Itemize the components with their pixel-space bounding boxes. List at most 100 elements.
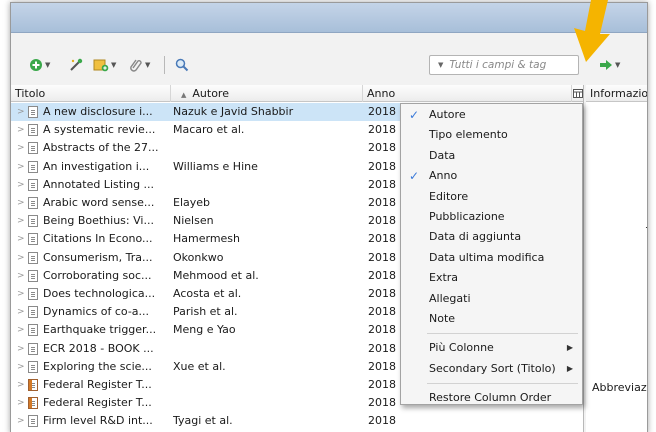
expand-chevron-icon[interactable]: > xyxy=(17,176,25,194)
expand-chevron-icon[interactable]: > xyxy=(17,158,25,176)
expand-chevron-icon[interactable]: > xyxy=(17,230,25,248)
menu-item-column[interactable]: Note xyxy=(401,309,582,329)
attach-file-button[interactable]: ▼ xyxy=(129,55,150,75)
column-picker-menu: ✓ Autore Tipo elemento Data ✓ Anno Editore Pubb… xyxy=(400,103,583,405)
row-title: Abstracts of the 27... xyxy=(43,141,159,155)
sort-ascending-icon: ▲ xyxy=(181,91,187,99)
menu-item-label: Allegati xyxy=(429,291,471,305)
menu-item-submenu[interactable]: Più Colonne ▶ xyxy=(401,338,582,358)
menu-item-label: Secondary Sort (Titolo) xyxy=(429,361,556,375)
expand-chevron-icon[interactable]: > xyxy=(17,139,25,157)
menu-item-column[interactable]: Pubblicazione xyxy=(401,207,582,227)
expand-chevron-icon[interactable]: > xyxy=(17,103,25,121)
row-title: Corroborating soc... xyxy=(43,268,152,282)
column-header-author[interactable]: ▲ Autore xyxy=(171,85,363,102)
menu-item-column[interactable]: Data di aggiunta xyxy=(401,227,582,247)
chevron-down-icon: ▼ xyxy=(111,61,117,69)
menu-item-column[interactable]: ✓ Anno xyxy=(401,166,582,186)
column-picker-button[interactable] xyxy=(572,86,584,101)
row-author: Hamermesh xyxy=(173,232,241,246)
expand-chevron-icon[interactable]: > xyxy=(17,212,25,230)
column-picker-icon xyxy=(573,89,583,98)
expand-chevron-icon[interactable]: > xyxy=(17,267,25,285)
row-year: 2018 xyxy=(368,105,396,118)
toolbar-separator xyxy=(164,56,165,74)
column-year-label: Anno xyxy=(367,87,396,100)
chevron-down-icon[interactable]: ▼ xyxy=(438,61,443,69)
row-title: Federal Register T... xyxy=(43,396,152,410)
annotation-arrow-icon xyxy=(574,0,610,62)
row-year: 2018 xyxy=(368,359,396,373)
row-title: Firm level R&D int... xyxy=(43,414,153,428)
menu-item-column[interactable]: Editore xyxy=(401,187,582,207)
menu-item-label: Tipo elemento xyxy=(429,128,508,142)
menu-item-column[interactable]: ✓ Autore xyxy=(401,105,582,125)
row-year: 2018 xyxy=(368,141,396,155)
item-pane-field-label: Abbreviazi xyxy=(592,381,648,394)
item-pane-header[interactable]: Informazio xyxy=(586,85,647,102)
title-bar xyxy=(11,3,647,33)
row-title: Arabic word sense... xyxy=(43,196,155,209)
expand-chevron-icon[interactable]: > xyxy=(17,249,25,267)
document-icon xyxy=(28,342,38,355)
search-placeholder: Tutti i campi & tag xyxy=(449,59,547,71)
paperclip-icon xyxy=(130,59,142,72)
menu-item-column[interactable]: Data xyxy=(401,146,582,166)
row-year: 2018 xyxy=(368,232,396,246)
row-year: 2018 xyxy=(368,305,396,319)
row-year: 2018 xyxy=(368,414,396,428)
menu-separator xyxy=(427,383,578,385)
menu-item-column[interactable]: Allegati xyxy=(401,289,582,309)
row-title: Annotated Listing ... xyxy=(43,177,155,191)
row-author: Mehmood et al. xyxy=(173,268,259,282)
column-header-title[interactable]: Titolo xyxy=(11,85,171,102)
chevron-right-icon: ▶ xyxy=(566,363,573,373)
search-field[interactable]: ▼ Tutti i campi & tag xyxy=(429,55,579,75)
expand-chevron-icon[interactable]: > xyxy=(17,303,25,321)
row-year: 2018 xyxy=(368,123,396,137)
chevron-down-icon: ▼ xyxy=(45,61,51,69)
report-icon xyxy=(28,379,38,391)
expand-chevron-icon[interactable]: > xyxy=(17,121,25,139)
menu-item-label: Note xyxy=(429,311,456,325)
column-header-row: Titolo ▲ Autore Anno xyxy=(11,85,583,102)
expand-chevron-icon[interactable]: > xyxy=(17,412,25,430)
add-attachment-button[interactable]: ▼ xyxy=(93,55,116,75)
expand-chevron-icon[interactable]: > xyxy=(17,376,25,394)
row-title: Earthquake trigger... xyxy=(43,323,157,337)
menu-item-label: Autore xyxy=(429,108,466,121)
expand-chevron-icon[interactable]: > xyxy=(17,394,25,412)
menu-item-column[interactable]: Extra xyxy=(401,268,582,288)
toolbar: ▼ ▼ ▼ ▼ Tutti i campi & tag ▼ xyxy=(11,47,647,83)
menu-separator xyxy=(427,333,578,335)
row-author: Elayeb xyxy=(173,196,211,209)
row-title: ECR 2018 - BOOK ... xyxy=(43,341,154,355)
menu-item-column[interactable]: Tipo elemento xyxy=(401,125,582,145)
row-year: 2018 xyxy=(368,177,396,191)
row-year: 2018 xyxy=(368,396,396,410)
expand-chevron-icon[interactable]: > xyxy=(17,194,25,212)
row-title: Being Boethius: Vi... xyxy=(43,214,154,228)
menu-item-label: Anno xyxy=(429,169,458,183)
row-year: 2018 xyxy=(368,378,396,391)
menu-item-submenu[interactable]: Secondary Sort (Titolo) ▶ xyxy=(401,359,582,379)
add-attachment-icon xyxy=(93,59,109,72)
new-item-button[interactable]: ▼ xyxy=(29,55,50,75)
expand-chevron-icon[interactable]: > xyxy=(17,340,25,358)
advanced-search-button[interactable] xyxy=(175,55,189,75)
expand-chevron-icon[interactable]: > xyxy=(17,285,25,303)
document-icon xyxy=(28,415,38,428)
expand-chevron-icon[interactable]: > xyxy=(17,358,25,376)
column-header-year[interactable]: Anno xyxy=(363,85,572,102)
row-author: Parish et al. xyxy=(173,305,238,319)
restore-column-order-item[interactable]: Restore Column Order xyxy=(401,388,582,408)
row-author: Okonkwo xyxy=(173,250,224,264)
document-icon xyxy=(28,197,38,209)
add-by-identifier-button[interactable] xyxy=(68,55,84,75)
row-author: Acosta et al. xyxy=(173,287,242,300)
table-row[interactable]: > Firm level R&D int... Tyagi et al. 2018 xyxy=(11,412,583,430)
expand-chevron-icon[interactable]: > xyxy=(17,321,25,339)
menu-item-column[interactable]: Data ultima modifica xyxy=(401,248,582,268)
chevron-right-icon: ▶ xyxy=(566,343,573,353)
menu-item-label: Restore Column Order xyxy=(429,391,552,405)
